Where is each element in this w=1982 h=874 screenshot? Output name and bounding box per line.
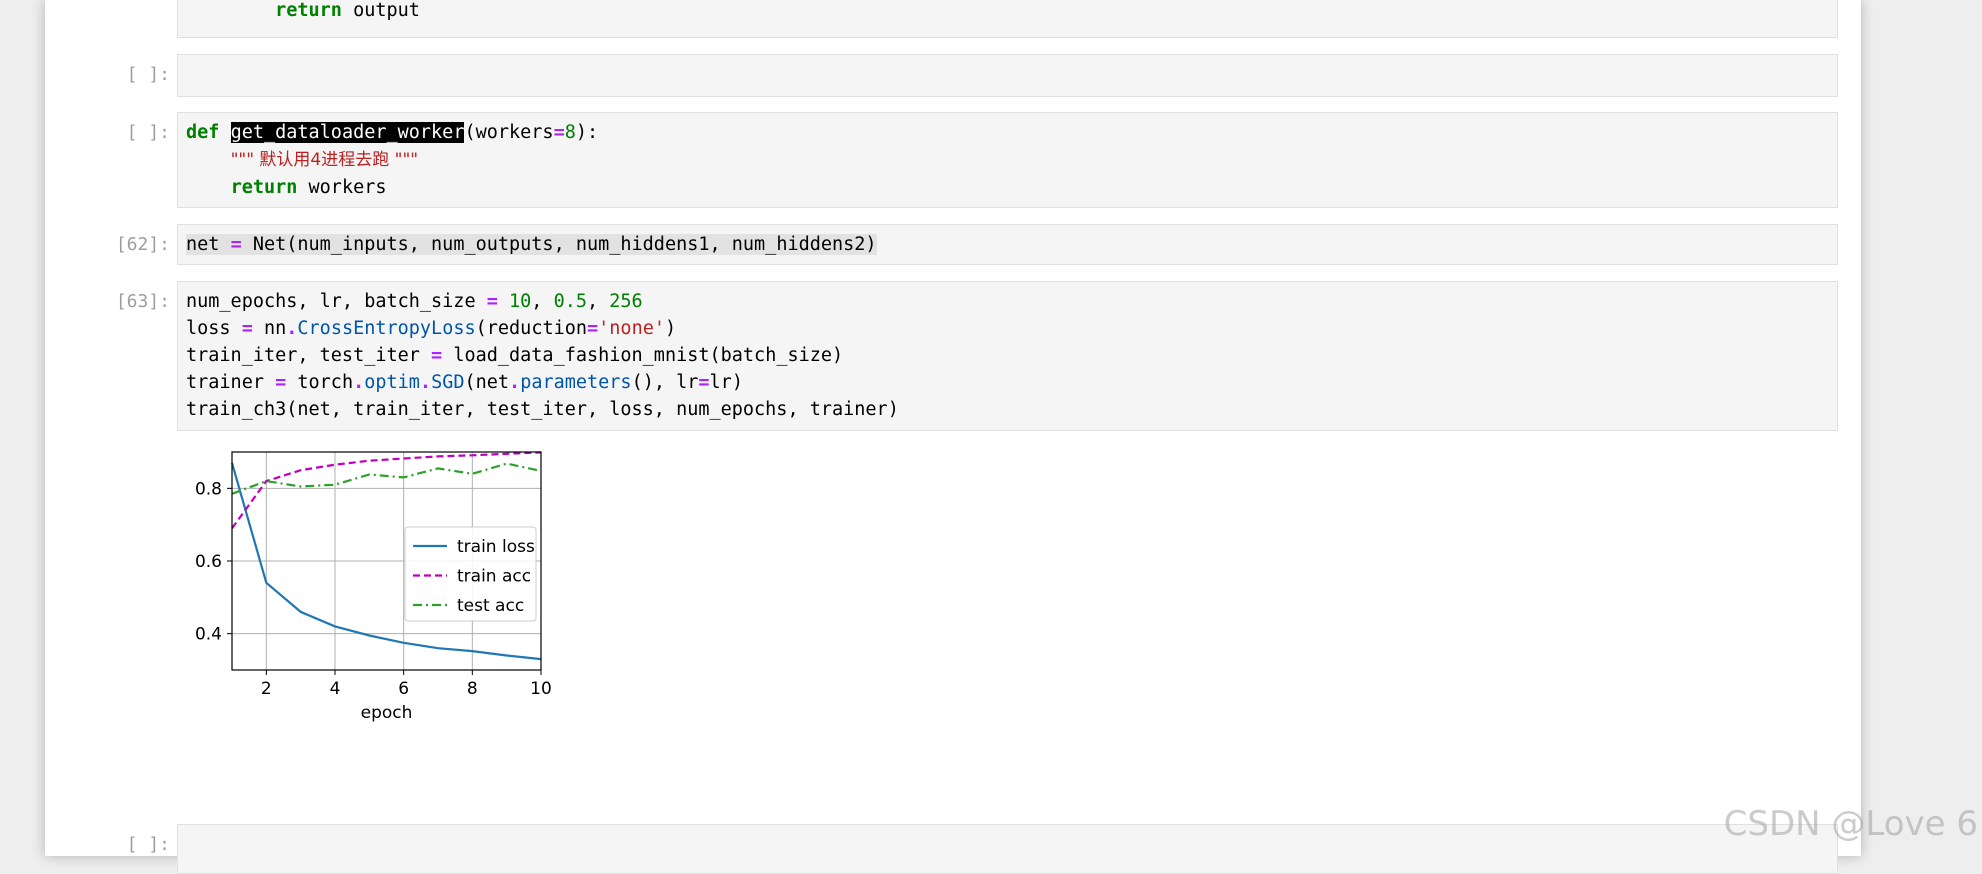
x-tick-label: 4 (330, 679, 341, 699)
code-input-area[interactable]: return output (177, 0, 1838, 38)
code-editor[interactable]: net = Net(num_inputs, num_outputs, num_h… (178, 225, 1837, 264)
code-token: lr) (709, 372, 743, 393)
code-token: = (698, 372, 710, 393)
cell-prompt: [ ]: (126, 64, 170, 85)
legend-label: train loss (457, 537, 535, 557)
code-token: torch (286, 372, 354, 393)
code-token: = (431, 345, 443, 366)
code-input-area[interactable] (177, 824, 1838, 874)
code-input-area[interactable] (177, 54, 1838, 97)
watermark: CSDN @Love 6 (1723, 804, 1978, 844)
legend-label: train acc (457, 567, 531, 587)
code-token: 10 (509, 291, 532, 312)
cell-prompt: [ ]: (126, 122, 170, 143)
code-token: return (275, 0, 342, 21)
code-token: def (186, 122, 220, 143)
code-token: = (275, 372, 287, 393)
code-token: return (230, 177, 298, 198)
code-token: (reduction (475, 318, 588, 339)
code-token: . (286, 318, 298, 339)
code-token: trainer (186, 372, 276, 393)
code-token: . (509, 372, 521, 393)
code-input-area[interactable]: def get_dataloader_worker(workers=8): ""… (177, 112, 1838, 208)
code-editor[interactable]: def get_dataloader_worker(workers=8): ""… (178, 113, 1837, 207)
code-token: load_data_fashion_mnist(batch_size) (442, 345, 844, 366)
y-tick-label: 0.6 (195, 552, 222, 572)
y-tick-label: 0.8 (195, 479, 222, 499)
code-input-area[interactable]: net = Net(num_inputs, num_outputs, num_h… (177, 224, 1838, 265)
code-token: CrossEntropyLoss (297, 318, 476, 339)
code-token: . (353, 372, 365, 393)
code-token: 8 (564, 122, 576, 143)
code-token: = (486, 291, 498, 312)
code-token: ): (575, 122, 599, 143)
code-token: optim (364, 372, 420, 393)
code-token: train_iter, test_iter (186, 345, 432, 366)
cell-prompt: [62]: (115, 234, 170, 255)
code-token: 0.5 (553, 291, 587, 312)
x-tick-label: 8 (467, 679, 478, 699)
code-token: (workers (464, 122, 554, 143)
code-token: parameters (520, 372, 632, 393)
code-token: 256 (609, 291, 643, 312)
code-editor[interactable] (178, 825, 1837, 837)
code-token: = (230, 234, 242, 255)
x-tick-label: 10 (530, 679, 552, 699)
code-token: """ 默认用4进程去跑 """ (230, 150, 419, 170)
cell-prompt: [ ]: (126, 834, 170, 855)
code-token: = (241, 318, 253, 339)
code-editor[interactable]: num_epochs, lr, batch_size = 10, 0.5, 25… (178, 282, 1837, 429)
code-token: train_ch3(net, train_iter, test_iter, lo… (186, 399, 899, 420)
code-token: (net (464, 372, 510, 393)
code-token: = (553, 122, 565, 143)
code-token: ) (664, 318, 677, 339)
x-tick-label: 6 (398, 679, 409, 699)
code-token: get_dataloader_worker (230, 122, 465, 143)
code-input-area[interactable]: num_epochs, lr, batch_size = 10, 0.5, 25… (177, 281, 1838, 431)
x-axis-label: epoch (361, 703, 413, 723)
y-tick-label: 0.4 (195, 625, 222, 645)
code-token: loss (186, 318, 242, 339)
series-line-test-acc (231, 462, 542, 495)
code-token: 'none' (598, 318, 665, 339)
code-token: net (186, 234, 231, 255)
legend-label: test acc (457, 596, 524, 616)
code-token: num_epochs, lr, batch_size (186, 291, 487, 312)
code-token: SGD (431, 372, 465, 393)
chart-svg: 2 4 6 8 10 0.4 0.6 0.8 epoch train loss train acc t… (195, 451, 552, 723)
code-token: nn (252, 318, 287, 339)
training-plot: 2 4 6 8 10 0.4 0.6 0.8 epoch train loss train acc t… (177, 445, 717, 795)
notebook-panel: return output [ ]: [ ]: def get_dataloader_… (45, 0, 1861, 874)
code-token: workers (297, 177, 387, 198)
cell-prompt: [63]: (115, 291, 170, 312)
code-token: output (341, 0, 420, 21)
x-tick-label: 2 (261, 679, 272, 699)
code-token: = (587, 318, 599, 339)
series-line-train-acc (231, 451, 542, 529)
code-token: Net(num_inputs, num_outputs, num_hiddens… (241, 234, 877, 255)
code-editor[interactable] (178, 55, 1837, 67)
code-token: (), lr (631, 372, 699, 393)
code-editor[interactable]: return output (178, 0, 1837, 30)
code-token: . (419, 372, 432, 393)
code-token: , (531, 291, 554, 312)
code-token: , (587, 291, 610, 312)
